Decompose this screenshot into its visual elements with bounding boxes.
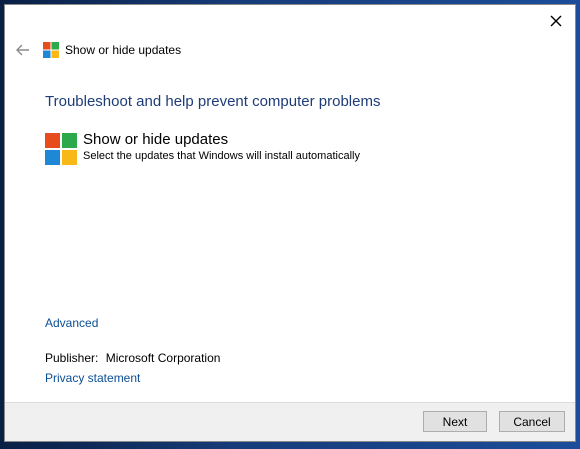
- advanced-link[interactable]: Advanced: [45, 316, 98, 330]
- close-button[interactable]: [543, 9, 569, 33]
- next-button[interactable]: Next: [423, 411, 487, 432]
- button-bar: Next Cancel: [5, 402, 575, 441]
- publisher-info: Publisher: Microsoft Corporation: [45, 351, 220, 365]
- option-description: Select the updates that Windows will ins…: [83, 150, 360, 162]
- publisher-value: Microsoft Corporation: [105, 351, 221, 365]
- show-hide-updates-option[interactable]: Show or hide updates Select the updates …: [45, 131, 360, 165]
- publisher-label: Publisher:: [45, 351, 99, 365]
- back-arrow-icon: [16, 44, 29, 56]
- privacy-statement-link[interactable]: Privacy statement: [45, 371, 140, 385]
- troubleshooter-window: Show or hide updates Troubleshoot and he…: [4, 4, 576, 442]
- title-bar: Show or hide updates: [13, 39, 181, 61]
- windows-logo-icon: [45, 133, 77, 165]
- option-title: Show or hide updates: [83, 131, 229, 148]
- back-button[interactable]: [13, 40, 33, 60]
- windows-logo-icon: [43, 42, 59, 58]
- close-icon: [550, 15, 562, 27]
- window-title: Show or hide updates: [65, 43, 182, 57]
- cancel-button[interactable]: Cancel: [499, 411, 565, 432]
- page-headline: Troubleshoot and help prevent computer p…: [45, 93, 381, 110]
